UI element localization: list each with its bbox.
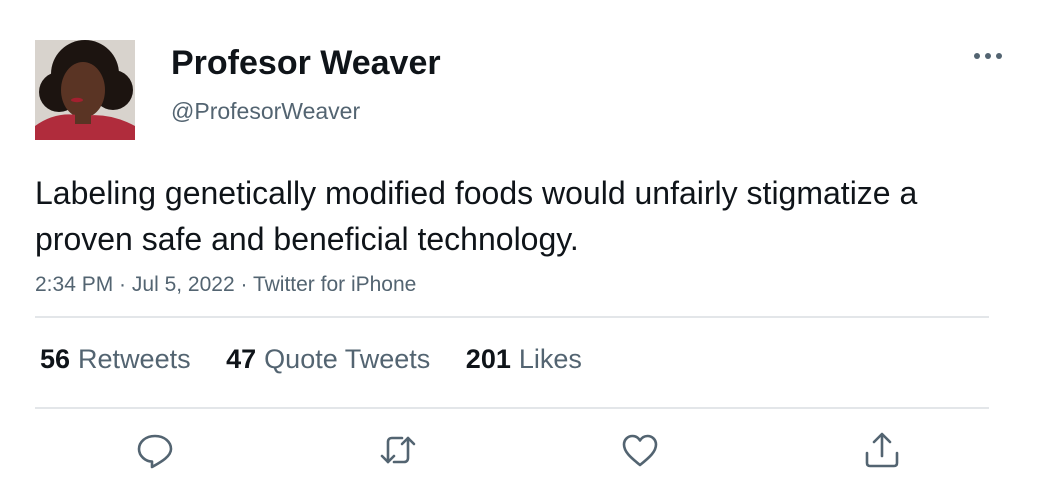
tweet-time[interactable]: 2:34 PM xyxy=(35,273,113,296)
meta-separator: · xyxy=(234,273,253,296)
share-icon[interactable] xyxy=(862,430,902,470)
divider xyxy=(35,407,989,409)
retweet-icon[interactable] xyxy=(378,430,418,470)
tweet-meta: 2:34 PM · Jul 5, 2022 · Twitter for iPho… xyxy=(35,270,416,300)
retweets-count: 56 xyxy=(40,344,71,374)
retweets-stat[interactable]: 56 Retweets xyxy=(40,340,191,378)
retweets-label: Retweets xyxy=(78,344,191,374)
display-name[interactable]: Profesor Weaver xyxy=(171,42,441,84)
user-handle[interactable]: @ProfesorWeaver xyxy=(171,96,360,126)
likes-count: 201 xyxy=(465,344,511,374)
tweet-stats: 56 Retweets 47 Quote Tweets 201 Likes xyxy=(40,340,610,378)
tweet-date[interactable]: Jul 5, 2022 xyxy=(132,273,235,296)
meta-separator: · xyxy=(113,273,132,296)
divider xyxy=(35,316,989,318)
quote-tweets-stat[interactable]: 47 Quote Tweets xyxy=(226,340,430,378)
quote-tweets-count: 47 xyxy=(226,344,257,374)
likes-label: Likes xyxy=(518,344,582,374)
like-icon[interactable] xyxy=(620,430,660,470)
avatar[interactable] xyxy=(35,40,135,140)
tweet-text: Labeling genetically modified foods woul… xyxy=(35,175,918,257)
tweet-source[interactable]: Twitter for iPhone xyxy=(253,273,416,296)
reply-icon[interactable] xyxy=(135,430,175,470)
more-options-icon[interactable] xyxy=(968,42,1008,70)
quote-tweets-label: Quote Tweets xyxy=(264,344,431,374)
likes-stat[interactable]: 201 Likes xyxy=(466,340,582,378)
